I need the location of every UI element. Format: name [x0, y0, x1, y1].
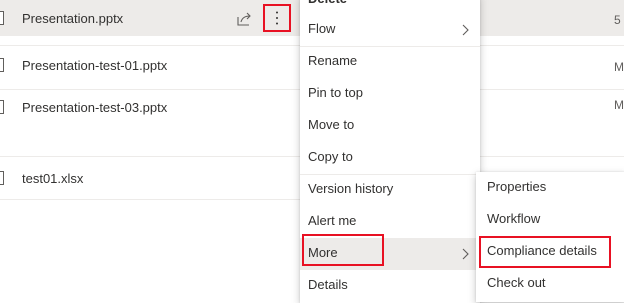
submenu-item-workflow[interactable]: Workflow — [476, 204, 624, 236]
file-icon — [0, 171, 4, 185]
menu-item-details[interactable]: Details — [300, 270, 480, 302]
menu-item-flow[interactable]: Flow — [300, 14, 480, 46]
file-meta: M — [614, 98, 624, 112]
share-icon[interactable] — [236, 11, 252, 27]
submenu-item-check-out[interactable]: Check out — [476, 268, 624, 300]
file-name[interactable]: test01.xlsx — [22, 171, 83, 186]
more-actions-button[interactable] — [263, 4, 291, 32]
file-name[interactable]: Presentation-test-03.pptx — [22, 100, 167, 115]
file-meta: M — [614, 60, 624, 74]
chevron-right-icon — [462, 24, 469, 36]
file-name[interactable]: Presentation-test-01.pptx — [22, 58, 167, 73]
file-icon — [0, 11, 4, 25]
file-name[interactable]: Presentation.pptx — [22, 11, 123, 26]
more-highlight-box — [302, 234, 384, 266]
compliance-highlight-box — [479, 236, 611, 268]
menu-item-version-history[interactable]: Version history — [300, 174, 480, 206]
menu-item-copy-to[interactable]: Copy to — [300, 142, 480, 174]
chevron-right-icon — [462, 248, 469, 260]
menu-item-rename[interactable]: Rename — [300, 46, 480, 78]
file-icon — [0, 100, 4, 114]
file-meta: 5 — [614, 13, 621, 27]
menu-item-pin-to-top[interactable]: Pin to top — [300, 78, 480, 110]
menu-item-move-to[interactable]: Move to — [300, 110, 480, 142]
more-vertical-icon — [276, 11, 278, 25]
file-icon — [0, 58, 4, 72]
submenu-item-properties[interactable]: Properties — [476, 172, 624, 204]
menu-item-label: Flow — [308, 21, 336, 36]
